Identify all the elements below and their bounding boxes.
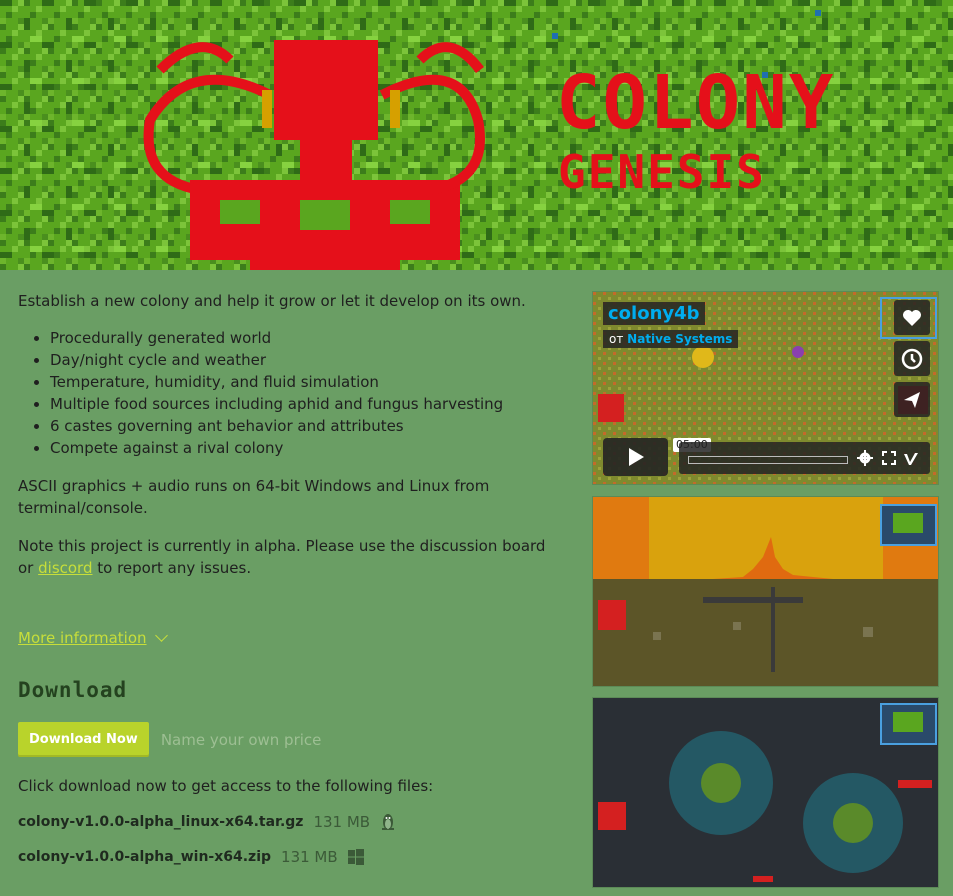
banner-title-line1: COLONY [556, 60, 835, 146]
game-description: Establish a new colony and help it grow … [18, 288, 558, 649]
heart-icon [903, 309, 921, 326]
feature-item: 6 castes governing ant behavior and attr… [50, 415, 558, 437]
banner-title-line2: GENESIS [558, 145, 766, 199]
settings-icon[interactable] [857, 450, 873, 466]
file-row: colony-v1.0.0-alpha_win-x64.zip 131 MB [18, 848, 364, 866]
feature-item: Compete against a rival colony [50, 437, 558, 459]
game-banner: COLONY GENESIS [0, 0, 953, 270]
video-byline: от Native Systems [603, 330, 739, 348]
play-button[interactable] [603, 438, 668, 476]
fullscreen-icon[interactable] [881, 450, 897, 466]
feature-item: Multiple food sources including aphid an… [50, 393, 558, 415]
discord-link[interactable]: discord [38, 559, 92, 577]
vimeo-icon[interactable] [903, 450, 919, 466]
download-row: Download Now Name your own price [18, 722, 321, 757]
video-side-actions [894, 300, 930, 417]
alpha-note-text-end: to report any issues. [92, 559, 252, 577]
chevron-down-icon [154, 628, 168, 642]
share-button[interactable] [894, 382, 930, 417]
screenshot-2-image [593, 497, 938, 686]
download-now-button[interactable]: Download Now [18, 722, 149, 757]
file-name: colony-v1.0.0-alpha_win-x64.zip [18, 849, 272, 865]
video-author[interactable]: Native Systems [627, 332, 732, 346]
price-hint: Name your own price [160, 730, 322, 749]
platforms-note: ASCII graphics + audio runs on 64-bit Wi… [18, 477, 490, 517]
send-icon [904, 391, 920, 408]
play-icon [628, 448, 644, 466]
download-heading: Download [18, 678, 128, 702]
like-button[interactable] [894, 300, 930, 335]
windows-icon [347, 849, 364, 865]
file-size: 131 MB [281, 848, 338, 866]
files-intro: Click download now to get access to the … [18, 777, 434, 795]
more-information-label: More information [18, 629, 147, 647]
description-intro: Establish a new colony and help it grow … [18, 292, 526, 310]
linux-icon [382, 814, 395, 830]
video-title[interactable]: colony4b [603, 302, 705, 325]
feature-item: Temperature, humidity, and fluid simulat… [50, 371, 558, 393]
file-row: colony-v1.0.0-alpha_linux-x64.tar.gz 131… [18, 813, 396, 831]
screenshot-2[interactable] [592, 496, 939, 687]
feature-item: Day/night cycle and weather [50, 349, 558, 371]
file-size: 131 MB [313, 813, 371, 831]
screenshot-3-image [593, 698, 938, 887]
video-control-bar [679, 442, 930, 474]
banner-art: COLONY GENESIS [0, 0, 953, 270]
video-player[interactable]: colony4b от Native Systems 05:00 [592, 291, 939, 485]
more-information-toggle[interactable]: More information [18, 627, 558, 649]
video-byline-prefix: от [609, 332, 624, 346]
feature-item: Procedurally generated world [50, 327, 558, 349]
video-progress-track[interactable] [688, 456, 848, 464]
feature-list: Procedurally generated world Day/night c… [50, 327, 558, 459]
file-name: colony-v1.0.0-alpha_linux-x64.tar.gz [18, 814, 304, 830]
watch-later-button[interactable] [894, 341, 930, 376]
clock-icon [901, 348, 923, 369]
alpha-note: Note this project is currently in alpha.… [18, 535, 558, 579]
screenshot-3[interactable] [592, 697, 939, 888]
